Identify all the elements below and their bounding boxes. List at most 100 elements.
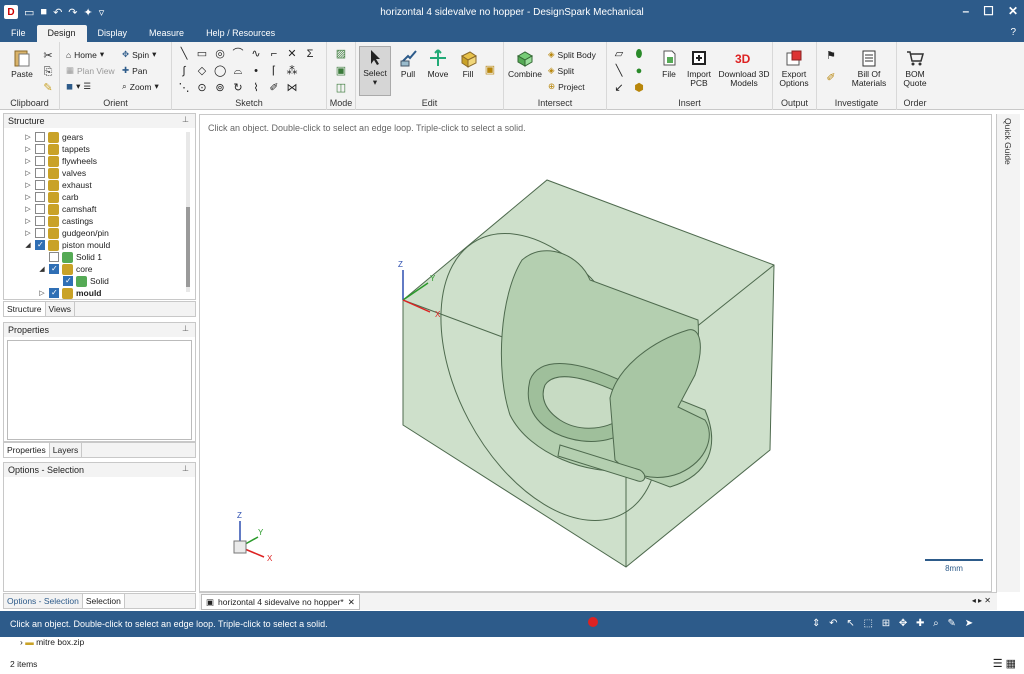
expand-toggle-icon[interactable]: ▷ (24, 145, 32, 153)
open-icon[interactable]: ▭ (24, 6, 34, 19)
cylinder-icon[interactable]: ⬮ (633, 48, 645, 60)
visibility-checkbox[interactable] (35, 180, 45, 190)
cut-icon[interactable]: ✂ (42, 50, 54, 62)
pull-button[interactable]: Pull (392, 48, 424, 79)
pin-icon[interactable]: ⊥ (182, 115, 189, 124)
expand-toggle-icon[interactable]: ◢ (24, 241, 32, 249)
tree-item[interactable]: Solid (52, 275, 109, 287)
insert-component-icon[interactable]: ⬢ (633, 82, 645, 94)
view-cube-button[interactable]: ◼ ▾ ☰ (66, 81, 91, 92)
close-button[interactable]: ✕ (1008, 4, 1018, 18)
tab-design[interactable]: Design (36, 25, 87, 42)
pin-icon[interactable]: ⊥ (182, 464, 189, 473)
sweep-arc-icon[interactable]: ⌓ (232, 65, 244, 77)
tab-file[interactable]: File (0, 25, 37, 42)
bill-of-materials-button[interactable]: Bill Of Materials (845, 48, 893, 88)
close-tab-icon[interactable]: ✕ (348, 597, 355, 608)
tab-scroll-icon[interactable]: ◂ ▸ ✕ (972, 596, 991, 605)
tab-measure[interactable]: Measure (138, 25, 195, 42)
tree-item[interactable]: ▷ castings (24, 215, 93, 227)
origin-icon[interactable]: ↙ (613, 82, 625, 94)
snap-icon[interactable]: ✦ (84, 6, 93, 19)
expand-toggle-icon[interactable]: ◢ (38, 265, 46, 273)
split-button[interactable]: ◈ Split (548, 65, 574, 76)
minimize-button[interactable]: – (962, 4, 969, 18)
undo-icon[interactable]: ↶ (53, 6, 62, 19)
measure-flag-icon[interactable]: ⚑ (825, 50, 837, 62)
visibility-checkbox[interactable] (35, 192, 45, 202)
customize-dropdown-icon[interactable]: ▿ (99, 6, 105, 19)
tab-structure[interactable]: Structure (4, 302, 46, 316)
tree-item[interactable]: ▷ mould (38, 287, 102, 299)
expand-toggle-icon[interactable]: ▷ (24, 229, 32, 237)
help-icon[interactable]: ? (1010, 27, 1016, 38)
polyline-tool-icon[interactable]: ∫ (178, 65, 190, 77)
ellipse-tool-icon[interactable]: ◯ (214, 65, 226, 77)
status-tools-icons[interactable]: ⇕ ↶ ↖ ⬚ ⊞ ✥ ✚ ⌕ ✎ ➤ (812, 618, 976, 629)
tree-item[interactable]: ▷ flywheels (24, 155, 97, 167)
tab-views[interactable]: Views (46, 302, 76, 316)
tree-item[interactable]: ▷ valves (24, 167, 86, 179)
format-painter-icon[interactable]: ✎ (42, 82, 54, 94)
bend-tool-icon[interactable]: ⌇ (250, 82, 262, 94)
tree-item[interactable]: Solid 1 (38, 251, 102, 263)
tab-selection[interactable]: Selection (82, 594, 125, 608)
export-options-button[interactable]: Export Options (778, 48, 810, 88)
mirror-sketch-icon[interactable]: ⋈ (286, 82, 298, 94)
zip-file-item[interactable]: › ▬ mitre box.zip (20, 637, 84, 647)
maximize-button[interactable]: ☐ (983, 4, 994, 18)
error-indicator-icon[interactable] (588, 617, 598, 627)
point-tool-icon[interactable]: • (250, 65, 262, 77)
expand-toggle-icon[interactable]: ▷ (24, 133, 32, 141)
trim-tool-icon[interactable]: ✕ (286, 48, 298, 60)
plan-view-button[interactable]: ▦ Plan View (66, 65, 115, 76)
tree-item[interactable]: ▷ camshaft (24, 203, 97, 215)
move-button[interactable]: Move (422, 48, 454, 79)
expand-toggle-icon[interactable]: ▷ (24, 181, 32, 189)
spin-button[interactable]: ✥ Spin ▾ (122, 49, 156, 60)
3d-viewport[interactable]: Click an object. Double-click to select … (199, 114, 992, 592)
tree-item[interactable]: ▷ gears (24, 131, 83, 143)
expand-toggle-icon[interactable]: ▷ (24, 205, 32, 213)
three-point-arc-icon[interactable]: ↻ (232, 82, 244, 94)
quick-guide-panel[interactable]: Quick Guide (996, 114, 1020, 592)
view-mode-icons[interactable]: ☰ ▦ (993, 657, 1016, 670)
view-orientation-triad[interactable]: Z Y X (233, 511, 273, 563)
construction-line-icon[interactable]: ⋱ (178, 82, 190, 94)
fill-button[interactable]: Fill (452, 48, 484, 79)
sum-tool-icon[interactable]: Σ (304, 48, 316, 60)
paste-button[interactable]: Paste (6, 48, 38, 79)
import-pcb-button[interactable]: Import PCB (683, 48, 715, 88)
shell-icon[interactable]: ▣ (484, 64, 496, 76)
tree-item[interactable]: ▷ carb (24, 191, 79, 203)
visibility-checkbox[interactable] (35, 156, 45, 166)
visibility-checkbox[interactable] (49, 264, 59, 274)
arc-tool-icon[interactable]: ⌒ (232, 48, 244, 60)
expand-toggle-icon[interactable]: ▷ (24, 157, 32, 165)
three-point-circle-icon[interactable]: ⊚ (214, 82, 226, 94)
app-logo-icon[interactable]: D (4, 5, 18, 19)
tree-item[interactable]: ▷ gudgeon/pin (24, 227, 109, 239)
zoom-button[interactable]: ⌕ Zoom ▾ (122, 81, 159, 92)
save-icon[interactable]: ■ (40, 6, 47, 18)
tree-item[interactable]: ▷ exhaust (24, 179, 92, 191)
visibility-checkbox[interactable] (35, 240, 45, 250)
project-button[interactable]: ⊕ Project (548, 81, 585, 92)
edit-sketch-icon[interactable]: ✐ (268, 82, 280, 94)
slot-tool-icon[interactable]: ⊙ (196, 82, 208, 94)
sketch-mode-icon[interactable]: ▨ (335, 48, 347, 60)
visibility-checkbox[interactable] (63, 276, 73, 286)
line-tool-icon[interactable]: ╲ (178, 48, 190, 60)
offset-tool-icon[interactable]: ⁂ (286, 65, 298, 77)
copy-icon[interactable]: ⎘ (42, 66, 54, 78)
corner-tool-icon[interactable]: ⌈ (268, 65, 280, 77)
tab-help-resources[interactable]: Help / Resources (195, 25, 286, 42)
expand-toggle-icon[interactable]: ▷ (24, 217, 32, 225)
rectangle-tool-icon[interactable]: ▭ (196, 48, 208, 60)
spline-tool-icon[interactable]: ∿ (250, 48, 262, 60)
polygon-tool-icon[interactable]: ◇ (196, 65, 208, 77)
visibility-checkbox[interactable] (35, 216, 45, 226)
visibility-checkbox[interactable] (35, 228, 45, 238)
expand-toggle-icon[interactable]: ▷ (24, 193, 32, 201)
circle-tool-icon[interactable]: ◎ (214, 48, 226, 60)
